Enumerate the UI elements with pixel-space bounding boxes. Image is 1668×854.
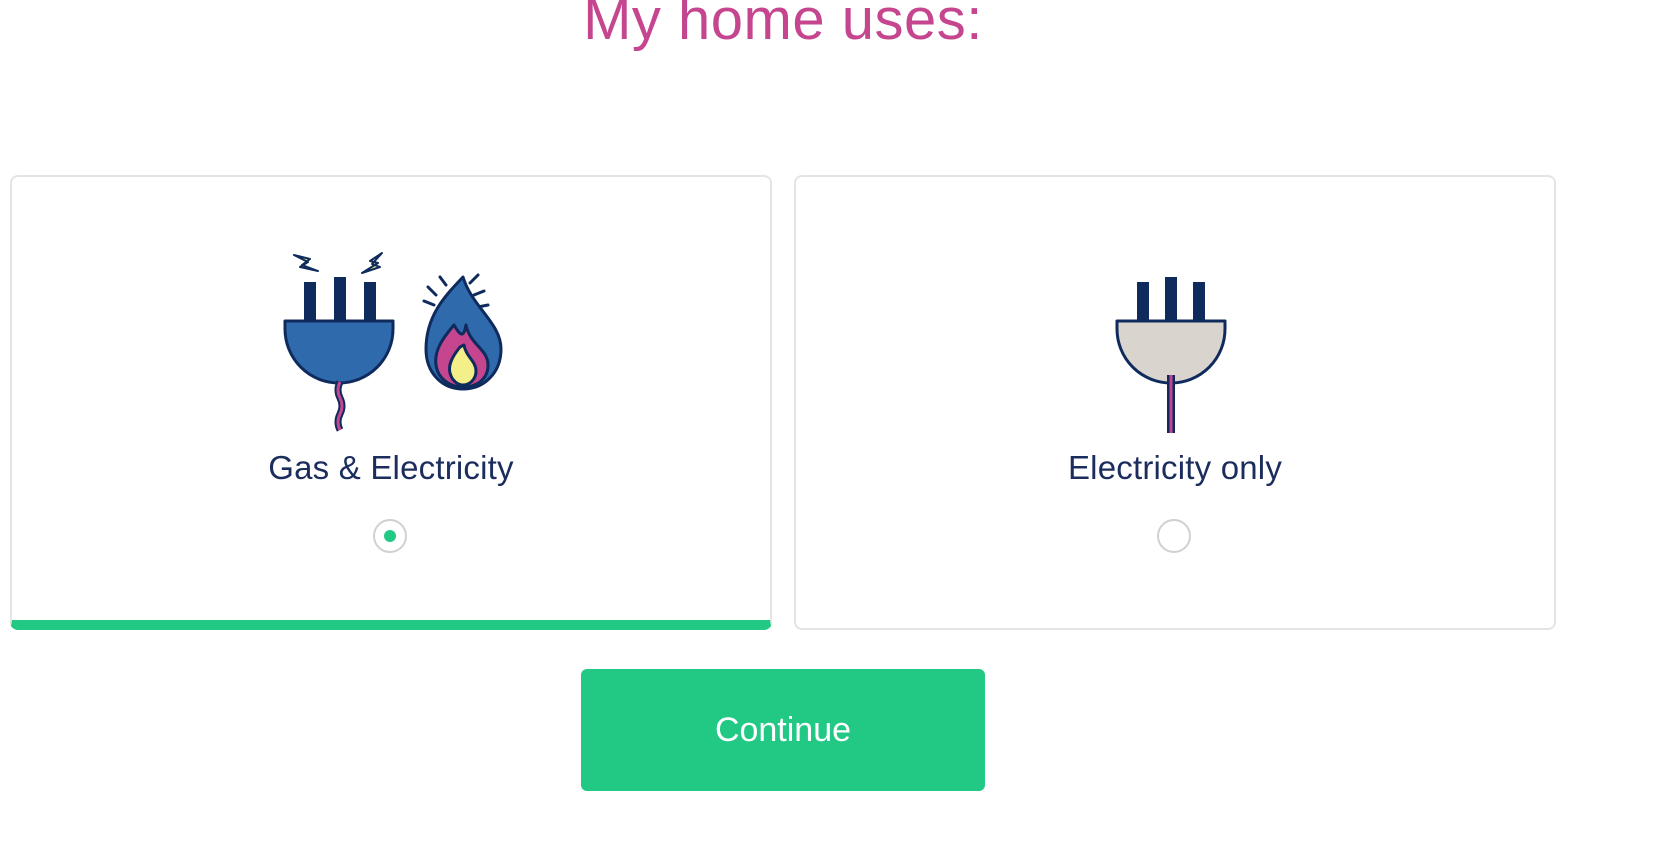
gas-flame-icon bbox=[422, 273, 503, 391]
electricity-only-illustration bbox=[796, 237, 1554, 437]
radio-selected-dot bbox=[384, 530, 396, 542]
page: My home uses: Gas & Electricity Electric… bbox=[0, 0, 1668, 854]
radio-electricity-only[interactable] bbox=[1157, 519, 1191, 553]
radio-gas-and-electricity[interactable] bbox=[373, 519, 407, 553]
option-label-electricity-only: Electricity only bbox=[1067, 449, 1283, 486]
electric-plug-with-sparks-icon bbox=[283, 252, 395, 432]
electric-plug-icon bbox=[1115, 277, 1227, 433]
option-card-gas-and-electricity[interactable]: Gas & Electricity bbox=[10, 175, 772, 630]
gas-electricity-illustration bbox=[12, 237, 770, 437]
page-title: My home uses: bbox=[583, 0, 983, 52]
option-label-gas-and-electricity: Gas & Electricity bbox=[268, 449, 514, 486]
continue-button[interactable]: Continue bbox=[581, 669, 985, 791]
option-card-electricity-only[interactable]: Electricity only bbox=[794, 175, 1556, 630]
